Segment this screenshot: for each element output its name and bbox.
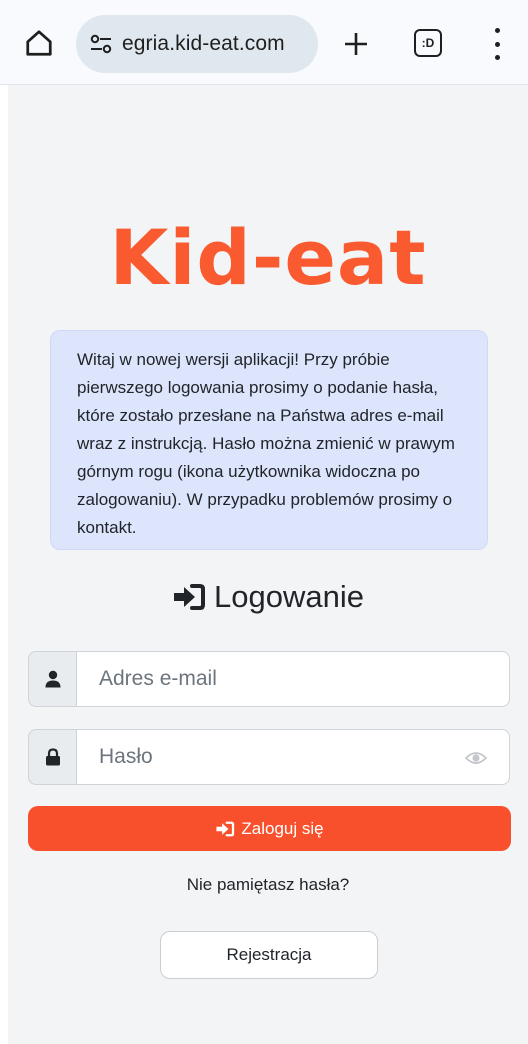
address-bar[interactable]: egria.kid-eat.com (76, 15, 318, 73)
email-input-group: Adres e-mail (28, 651, 510, 707)
home-button[interactable] (22, 26, 56, 60)
tabs-button[interactable]: :D (414, 29, 442, 57)
more-vert-icon[interactable] (484, 28, 510, 60)
register-button[interactable]: Rejestracja (160, 931, 378, 979)
email-input[interactable]: Adres e-mail (76, 651, 510, 707)
info-alert: Witaj w nowej wersji aplikacji! Przy pró… (50, 330, 488, 550)
info-message: Witaj w nowej wersji aplikacji! Przy pró… (77, 350, 455, 537)
forgot-password-link[interactable]: Nie pamiętasz hasła? (8, 875, 528, 895)
kid-eat-logo: Kid-eat (109, 213, 427, 302)
home-icon (26, 30, 52, 56)
password-input[interactable]: Hasło (76, 729, 510, 785)
user-icon (45, 670, 60, 688)
login-heading: Logowanie (8, 579, 528, 615)
login-button[interactable]: Zaloguj się (28, 806, 511, 851)
plus-icon (345, 33, 367, 55)
email-placeholder: Adres e-mail (99, 667, 217, 690)
sign-in-icon (172, 583, 206, 611)
eye-icon[interactable] (465, 748, 487, 768)
tune-icon[interactable] (88, 31, 114, 57)
email-addon (28, 651, 76, 707)
register-button-label: Rejestracja (226, 945, 312, 964)
password-placeholder: Hasło (99, 745, 153, 768)
url-text[interactable]: egria.kid-eat.com (122, 32, 285, 56)
login-title: Logowanie (214, 579, 364, 614)
new-tab-button[interactable] (340, 28, 372, 60)
sign-in-icon (215, 821, 235, 837)
password-addon (28, 729, 76, 785)
login-button-label: Zaloguj się (241, 818, 324, 838)
password-input-group: Hasło (28, 729, 510, 785)
lock-icon (45, 748, 60, 766)
page-content: Kid-eat Witaj w nowej wersji aplikacji! … (8, 85, 528, 1044)
browser-toolbar: egria.kid-eat.com :D (0, 0, 528, 85)
